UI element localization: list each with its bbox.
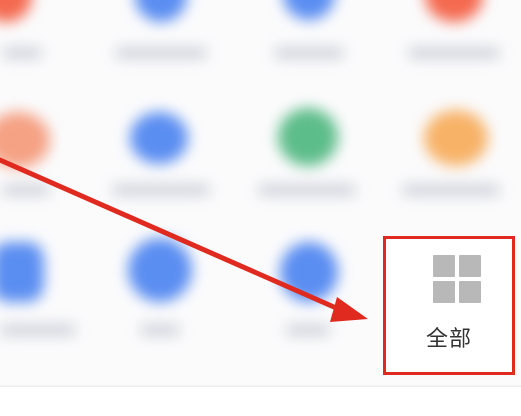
annotation-arrow <box>0 157 368 322</box>
